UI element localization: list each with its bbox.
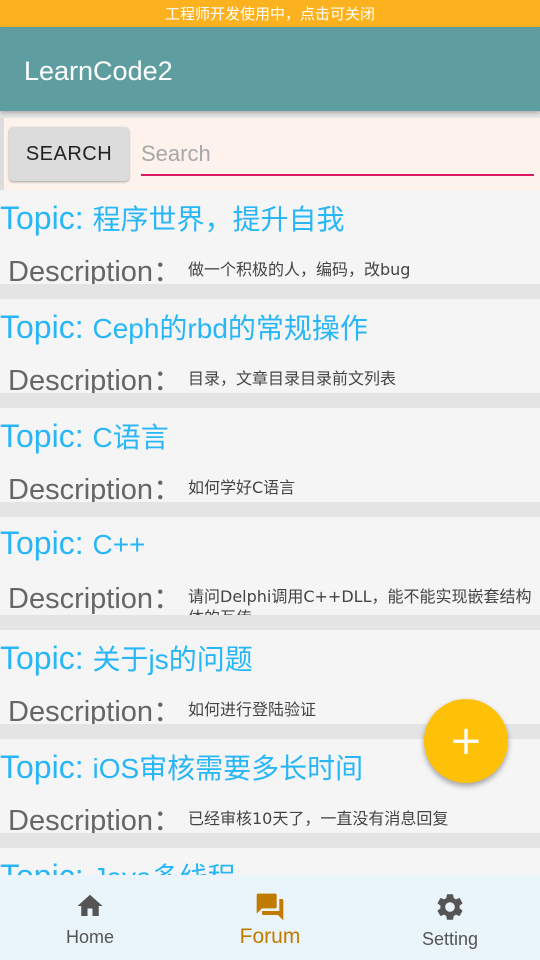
- bottom-navigation: Home Forum Setting: [0, 875, 540, 960]
- description-text: 请问Delphi调用C++DLL，能不能实现嵌套结构体的互传: [188, 587, 532, 615]
- search-button[interactable]: SEARCH: [9, 127, 129, 181]
- topic-name: C++: [92, 529, 146, 560]
- description-label: Description：: [8, 696, 183, 724]
- topic-label: Topic:: [0, 309, 84, 345]
- forum-icon: [256, 893, 284, 921]
- nav-item-home[interactable]: Home: [0, 875, 180, 960]
- description-label: Description：: [8, 583, 183, 615]
- topic-label: Topic:: [0, 858, 84, 875]
- topic-card[interactable]: Topic: 程序世界，提升自我 Description： 做一个积极的人，编码…: [0, 190, 540, 284]
- description-text: 如何学好C语言: [188, 478, 296, 497]
- topic-title: Topic: 程序世界，提升自我: [0, 198, 345, 238]
- topic-name: 关于js的问题: [92, 644, 253, 675]
- dev-mode-banner[interactable]: 工程师开发使用中，点击可关闭: [0, 0, 540, 27]
- home-icon: [77, 894, 103, 916]
- description-text: 已经审核10天了，一直没有消息回复: [188, 809, 449, 828]
- topic-name: iOS审核需要多长时间: [92, 753, 364, 784]
- nav-label-setting: Setting: [421, 929, 479, 949]
- topic-card[interactable]: Topic: C语言 Description： 如何学好C语言: [0, 408, 540, 502]
- description-text: 目录，文章目录目录前文列表: [188, 369, 397, 388]
- topic-label: Topic:: [0, 525, 84, 561]
- description-label: Description：: [8, 256, 183, 284]
- nav-label-forum: Forum: [239, 925, 301, 948]
- description-label: Description：: [8, 365, 183, 393]
- topic-name: Ceph的rbd的常规操作: [92, 313, 368, 344]
- nav-item-forum[interactable]: Forum: [180, 875, 360, 960]
- topic-title: Topic: iOS审核需要多长时间: [0, 747, 363, 787]
- topic-title: Topic: 关于js的问题: [0, 638, 253, 678]
- add-topic-button[interactable]: +: [424, 699, 508, 783]
- app-title: LearnCode2: [24, 56, 173, 86]
- topic-card[interactable]: Topic: Java多线程: [0, 848, 540, 875]
- nav-item-setting[interactable]: Setting: [360, 875, 540, 960]
- app-bar: LearnCode2: [0, 27, 540, 111]
- topic-card[interactable]: Topic: C++ Description： 请问Delphi调用C++DLL…: [0, 517, 540, 615]
- topic-card[interactable]: Topic: Ceph的rbd的常规操作 Description： 目录，文章目…: [0, 299, 540, 393]
- topic-name: Java多线程: [92, 862, 235, 875]
- topic-title: Topic: C语言: [0, 416, 169, 456]
- topic-label: Topic:: [0, 418, 84, 454]
- topic-title: Topic: C++: [0, 525, 145, 562]
- search-bar-stripe: [0, 118, 4, 190]
- description-text: 做一个积极的人，编码，改bug: [188, 260, 411, 279]
- topic-name: 程序世界，提升自我: [92, 204, 345, 235]
- topic-label: Topic:: [0, 200, 84, 236]
- nav-label-home: Home: [65, 927, 114, 947]
- topic-title: Topic: Ceph的rbd的常规操作: [0, 307, 368, 347]
- topic-title: Topic: Java多线程: [0, 856, 236, 875]
- search-input[interactable]: [141, 134, 534, 176]
- description-label: Description：: [8, 474, 183, 502]
- topic-label: Topic:: [0, 640, 84, 676]
- description-label: Description：: [8, 805, 183, 833]
- topic-name: C语言: [92, 422, 169, 453]
- topic-label: Topic:: [0, 749, 84, 785]
- gear-icon: [437, 894, 463, 920]
- plus-icon: +: [449, 718, 483, 764]
- search-bar: SEARCH: [0, 118, 540, 190]
